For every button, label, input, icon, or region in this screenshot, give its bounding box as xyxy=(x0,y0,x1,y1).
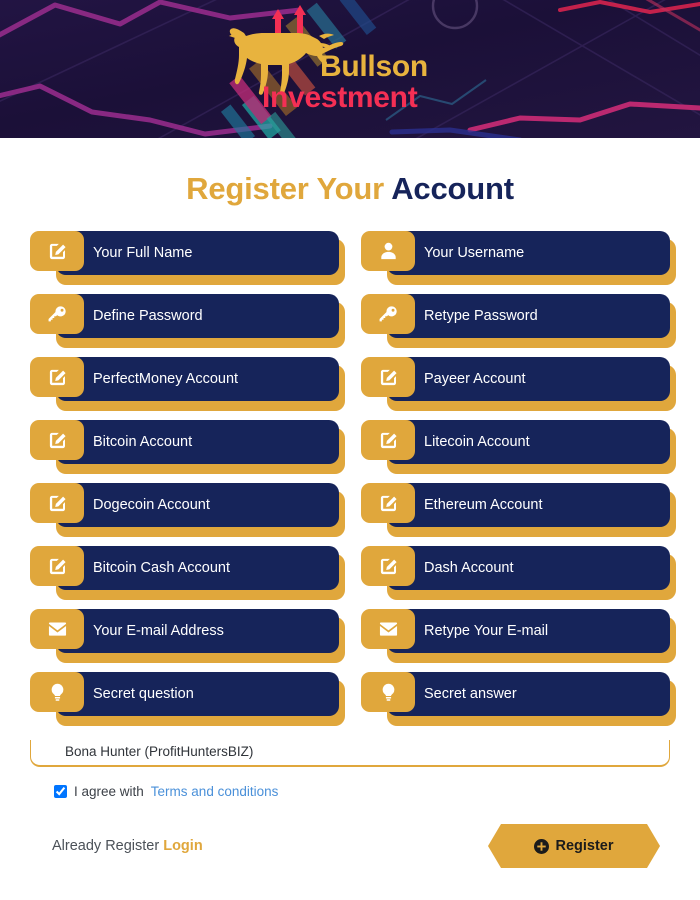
page-title-rest: Account xyxy=(383,171,514,206)
brand-text: Bullson Investment xyxy=(262,50,428,114)
form-field xyxy=(361,420,676,474)
field-input[interactable] xyxy=(56,371,339,387)
form-field xyxy=(30,357,345,411)
register-form xyxy=(30,231,676,726)
field-box xyxy=(387,546,670,590)
already-registered-text: Already Register Login xyxy=(52,838,203,854)
brand-lockup: Bullson Investment xyxy=(0,0,700,138)
form-field xyxy=(361,231,676,285)
form-field xyxy=(30,294,345,348)
key-icon xyxy=(361,294,415,334)
envelope-icon xyxy=(30,609,84,649)
form-field xyxy=(30,231,345,285)
field-input[interactable] xyxy=(56,560,339,576)
edit-pencil-icon xyxy=(30,420,84,460)
page-title: Register Your Account xyxy=(30,138,670,231)
terms-and-conditions-link[interactable]: Terms and conditions xyxy=(151,784,279,799)
form-field xyxy=(361,672,676,726)
field-input[interactable] xyxy=(387,434,670,450)
field-box xyxy=(56,231,339,275)
field-input[interactable] xyxy=(387,560,670,576)
register-button-label: Register xyxy=(555,838,614,854)
plus-circle-icon xyxy=(534,839,549,854)
edit-pencil-icon xyxy=(30,546,84,586)
user-icon xyxy=(361,231,415,271)
login-link[interactable]: Login xyxy=(163,838,202,854)
field-input[interactable] xyxy=(56,245,339,261)
field-box xyxy=(56,357,339,401)
envelope-icon xyxy=(361,609,415,649)
edit-pencil-icon xyxy=(361,357,415,397)
field-box xyxy=(387,294,670,338)
brand-name-line-1: Bullson xyxy=(320,50,428,83)
field-box xyxy=(387,609,670,653)
field-box xyxy=(387,672,670,716)
lightbulb-icon xyxy=(361,672,415,712)
field-box xyxy=(56,609,339,653)
field-box xyxy=(56,294,339,338)
form-field xyxy=(361,483,676,537)
field-box xyxy=(56,546,339,590)
form-field xyxy=(361,294,676,348)
form-field xyxy=(361,357,676,411)
key-icon xyxy=(30,294,84,334)
form-field xyxy=(30,609,345,663)
edit-pencil-icon xyxy=(30,357,84,397)
field-box xyxy=(56,420,339,464)
field-input[interactable] xyxy=(387,497,670,513)
field-box xyxy=(387,357,670,401)
page-title-highlight: Register Your xyxy=(186,171,384,206)
field-input[interactable] xyxy=(387,245,670,261)
agree-terms-label: I agree with xyxy=(74,784,144,799)
field-input[interactable] xyxy=(56,434,339,450)
agree-terms-checkbox[interactable] xyxy=(54,785,67,798)
field-box xyxy=(56,483,339,527)
field-input[interactable] xyxy=(56,686,339,702)
terms-agreement-row: I agree with Terms and conditions xyxy=(30,784,670,799)
form-footer: Already Register Login Register xyxy=(30,824,670,868)
brand-name-line-2: Investment xyxy=(262,80,418,114)
field-input[interactable] xyxy=(56,497,339,513)
edit-pencil-icon xyxy=(30,231,84,271)
form-field xyxy=(30,420,345,474)
field-input[interactable] xyxy=(387,308,670,324)
edit-pencil-icon xyxy=(361,483,415,523)
field-input[interactable] xyxy=(56,308,339,324)
field-input[interactable] xyxy=(387,371,670,387)
field-box xyxy=(56,672,339,716)
register-page: Register Your Account I agree with Terms… xyxy=(0,138,700,868)
form-field xyxy=(30,483,345,537)
edit-pencil-icon xyxy=(30,483,84,523)
field-input[interactable] xyxy=(387,686,670,702)
sponsor-row xyxy=(30,740,670,767)
register-button[interactable]: Register xyxy=(488,824,660,868)
form-field xyxy=(30,672,345,726)
field-box xyxy=(387,231,670,275)
edit-pencil-icon xyxy=(361,546,415,586)
edit-pencil-icon xyxy=(361,420,415,460)
already-registered-label: Already Register xyxy=(52,838,160,854)
form-field xyxy=(30,546,345,600)
field-box xyxy=(387,483,670,527)
sponsor-input[interactable] xyxy=(30,740,670,767)
lightbulb-icon xyxy=(30,672,84,712)
form-field xyxy=(361,546,676,600)
field-box xyxy=(387,420,670,464)
form-field xyxy=(361,609,676,663)
page-header: Bullson Investment xyxy=(0,0,700,138)
field-input[interactable] xyxy=(387,623,670,639)
field-input[interactable] xyxy=(56,623,339,639)
